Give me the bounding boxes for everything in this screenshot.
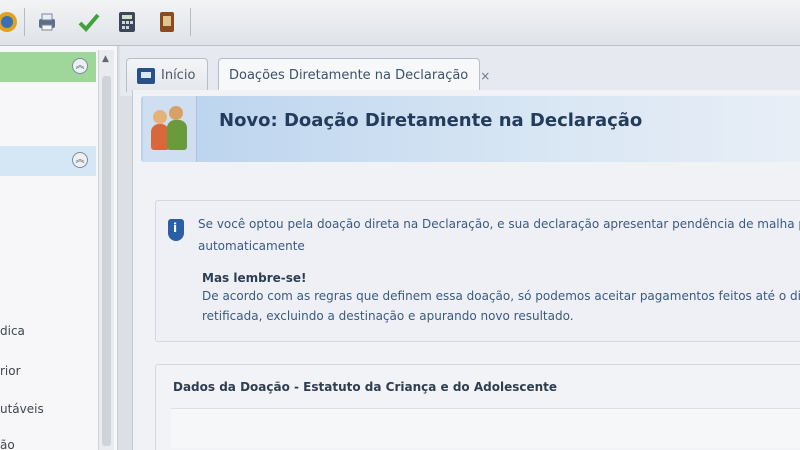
sidebar-scrollbar[interactable]: ▲ <box>98 50 114 450</box>
collapse-icon[interactable]: ︽ <box>72 58 88 74</box>
sidebar-item-label[interactable]: utáveis <box>0 402 44 416</box>
sidebar: ︽ ︽ dica rior utáveis ão ▲ <box>0 46 118 450</box>
main-content: Novo: Doação Diretamente na Declaração S… <box>132 90 800 450</box>
scroll-up-icon[interactable]: ▲ <box>102 54 109 64</box>
tab-doacoes[interactable]: Doações Diretamente na Declaração × <box>218 58 490 92</box>
app-icon[interactable] <box>0 6 22 38</box>
sidebar-item-active[interactable]: ︽ <box>0 52 96 82</box>
tab-inicio[interactable]: Início <box>126 58 208 92</box>
check-icon[interactable] <box>74 6 104 38</box>
home-icon <box>137 67 155 84</box>
sidebar-item-label[interactable]: rior <box>0 364 21 378</box>
close-icon[interactable]: × <box>480 69 490 83</box>
info-text: De acordo com as regras que definem essa… <box>202 289 800 303</box>
info-heading: Mas lembre-se! <box>202 271 307 285</box>
sidebar-item-selected[interactable]: ︽ <box>0 146 96 176</box>
info-shield-icon <box>168 219 184 241</box>
page-header: Novo: Doação Diretamente na Declaração <box>141 96 800 162</box>
people-icon <box>143 96 197 162</box>
info-text: Se você optou pela doação direta na Decl… <box>198 217 800 231</box>
section-title: Dados da Doação - Estatuto da Criança e … <box>173 380 558 394</box>
sidebar-item-label[interactable]: ão <box>0 438 15 450</box>
tab-label: Doações Diretamente na Declaração <box>229 68 469 83</box>
scrollbar-thumb[interactable] <box>102 76 111 446</box>
donation-field[interactable] <box>171 408 800 448</box>
page-title: Novo: Doação Diretamente na Declaração <box>219 110 643 131</box>
toolbar-divider <box>190 8 191 36</box>
sidebar-item-label[interactable]: dica <box>0 324 25 338</box>
tab-strip: Início Doações Diretamente na Declaração… <box>120 46 800 96</box>
info-text: automaticamente <box>198 239 305 253</box>
toolbar-divider <box>24 8 25 36</box>
book-icon[interactable] <box>152 6 182 38</box>
toolbar <box>0 0 800 46</box>
info-text: retificada, excluindo a destinação e apu… <box>202 309 574 323</box>
calculator-icon[interactable] <box>112 6 142 38</box>
print-icon[interactable] <box>32 6 62 38</box>
collapse-icon[interactable]: ︽ <box>72 152 88 168</box>
tab-label: Início <box>161 68 196 83</box>
info-box: Se você optou pela doação direta na Decl… <box>155 200 800 342</box>
